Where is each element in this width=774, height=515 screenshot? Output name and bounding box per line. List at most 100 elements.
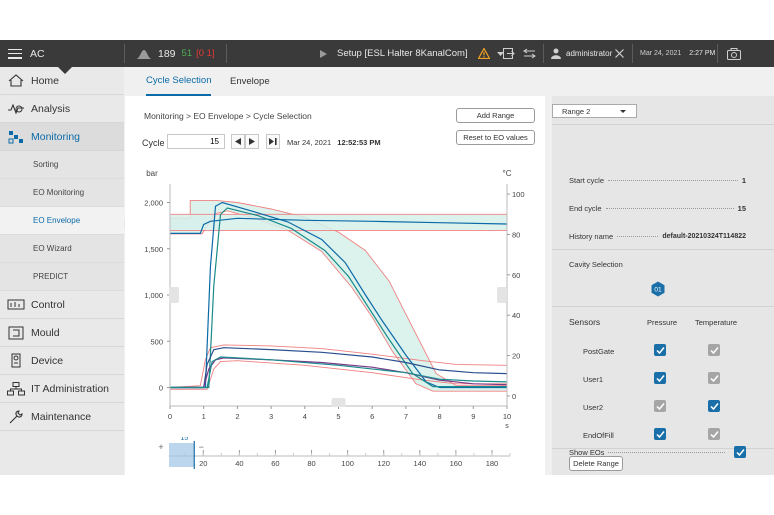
add-range-button[interactable]: Add Range (456, 108, 535, 123)
skip-forward-icon (269, 138, 277, 145)
show-eos-label: Show EOs (569, 447, 605, 457)
app-window: AC 189 51 [0 1] Setup [ESL Halter 8Kanal… (0, 40, 774, 475)
timeline-tick-label: 160 (450, 459, 463, 468)
start-cycle-label: Start cycle (569, 175, 605, 185)
nav-control[interactable]: Control (0, 291, 124, 319)
checkmark-icon (709, 402, 719, 410)
timeline-tick-label: 100 (341, 459, 354, 468)
user-name: administrator (566, 49, 613, 58)
subnav-sorting[interactable]: Sorting (0, 151, 124, 179)
tab-cycle-selection[interactable]: Cycle Selection (146, 67, 212, 96)
nav-monitoring-label: Monitoring (31, 130, 81, 143)
x-tick-label: 10 (503, 412, 511, 421)
sidebar: Home Analysis Monitoring Sorting EO Moni… (0, 67, 124, 475)
user1-pressure-checkbox[interactable] (654, 372, 666, 384)
user2-pressure-checkbox (654, 400, 666, 412)
postgate-temperature-checkbox (708, 344, 720, 356)
endoffill-temperature-checkbox (708, 428, 720, 440)
timeline-tick-label: 80 (307, 459, 315, 468)
subnav-predict[interactable]: PREDICT (0, 263, 124, 291)
logout-button[interactable] (615, 40, 624, 67)
tab-cycle-selection-label: Cycle Selection (146, 75, 212, 86)
tab-envelope[interactable]: Envelope (230, 67, 270, 96)
cavity-01-button[interactable]: 01 (650, 281, 666, 297)
y-left-tick-label: 1,000 (144, 291, 163, 300)
nav-device-label: Device (31, 354, 64, 367)
next-cycle-button[interactable] (245, 134, 259, 149)
nav-device[interactable]: Device (0, 347, 124, 375)
subnav-sorting-label: Sorting (33, 160, 59, 169)
clock: Mar 24, 2021 2:27 PM (640, 40, 715, 67)
x-tick-label: 6 (370, 412, 374, 421)
user-menu[interactable]: administrator (551, 40, 612, 67)
home-icon (5, 73, 27, 89)
cavity-01-label: 01 (654, 287, 662, 294)
range-panel: Range 2 Start cycle 1 End cycle 15 Histo… (552, 96, 774, 475)
y-right-tick-label: 100 (512, 190, 525, 199)
user1-temperature-checkbox (708, 372, 720, 384)
history-name-row: History name default-20210324T114822 (569, 229, 746, 243)
end-cycle-row: End cycle 15 (569, 201, 746, 215)
history-name-label: History name (569, 231, 614, 241)
connection-button[interactable] (523, 40, 536, 67)
range-dropdown[interactable]: Range 2 (552, 104, 637, 118)
nav-maintenance[interactable]: Maintenance (0, 403, 124, 431)
timeline-tick-label: 180 (486, 459, 499, 468)
user2-temperature-checkbox[interactable] (708, 400, 720, 412)
subnav-eo-wizard[interactable]: EO Wizard (0, 235, 124, 263)
cycle-date: Mar 24, 2021 (287, 138, 332, 147)
cycle-timeline[interactable]: 20 40 60 80 100 120 140 160 180 15 + − (155, 437, 515, 473)
postgate-pressure-checkbox[interactable] (654, 344, 666, 356)
x-tick-label: 0 (168, 412, 172, 421)
subnav-eo-monitoring[interactable]: EO Monitoring (0, 179, 124, 207)
x-tick-label: 8 (438, 412, 442, 421)
checkmark-icon (709, 346, 719, 354)
last-cycle-button[interactable] (266, 134, 280, 149)
cycle-input[interactable] (167, 134, 225, 149)
tab-bar: Cycle Selection Envelope (124, 67, 774, 96)
nav-mould-label: Mould (31, 326, 60, 339)
show-eos-checkbox[interactable] (734, 446, 746, 458)
tab-envelope-label: Envelope (230, 76, 270, 87)
breadcrumb: Monitoring > EO Envelope > Cycle Selecti… (144, 111, 312, 121)
mould-icon (5, 325, 27, 341)
left-axis-drag-handle (169, 287, 179, 303)
checkmark-icon (655, 374, 665, 382)
show-eos-row: Show EOs (569, 445, 729, 459)
series-line-user1 (170, 357, 508, 389)
setup-title: Setup [ESL Halter 8KanalCom] (337, 48, 468, 59)
nav-monitoring[interactable]: Monitoring (0, 123, 124, 151)
subnav-eo-monitoring-label: EO Monitoring (33, 188, 85, 197)
triangle-left-icon (235, 138, 241, 145)
sensors-label: Sensors (569, 317, 601, 327)
zoom-out-button: − (199, 442, 204, 452)
screenshot-button[interactable] (727, 40, 741, 67)
cycle-counter: 189 (158, 47, 176, 60)
menu-button[interactable]: AC (8, 40, 45, 67)
hamburger-icon (8, 48, 22, 59)
timeline-tick-label: 60 (271, 459, 279, 468)
checkmark-icon (735, 448, 745, 456)
subnav-eo-envelope[interactable]: EO Envelope (0, 207, 124, 235)
history-name-value: default-20210324T114822 (662, 232, 746, 240)
nav-mould[interactable]: Mould (0, 319, 124, 347)
endoffill-pressure-checkbox[interactable] (654, 428, 666, 440)
y-right-tick-label: 0 (512, 392, 516, 401)
timeline-tick-label: 140 (414, 459, 427, 468)
y-right-tick-label: 40 (512, 311, 520, 320)
y-left-tick-label: 500 (150, 337, 163, 346)
nav-analysis[interactable]: Analysis (0, 95, 124, 123)
nav-it-administration[interactable]: IT Administration (0, 375, 124, 403)
y-left-tick-label: 0 (159, 384, 163, 393)
x-unit-label: s (505, 423, 509, 430)
reset-eo-button[interactable]: Reset to EO values (456, 130, 535, 145)
chevron-down-icon (620, 110, 626, 113)
setup-selector[interactable]: Setup [ESL Halter 8KanalCom] (320, 40, 504, 67)
cycle-chart[interactable]: 2,000 1,500 1,000 500 0 100 80 60 40 20 0 0 1 2 3 4 5 6 7 8… (125, 162, 545, 437)
cycle-status[interactable]: 189 51 [0 1] (136, 40, 215, 67)
export-button[interactable] (503, 40, 515, 67)
y-right-tick-label: 80 (512, 230, 520, 239)
main-content: Monitoring > EO Envelope > Cycle Selecti… (125, 96, 545, 475)
timeline-selection (169, 443, 195, 467)
prev-cycle-button[interactable] (231, 134, 245, 149)
